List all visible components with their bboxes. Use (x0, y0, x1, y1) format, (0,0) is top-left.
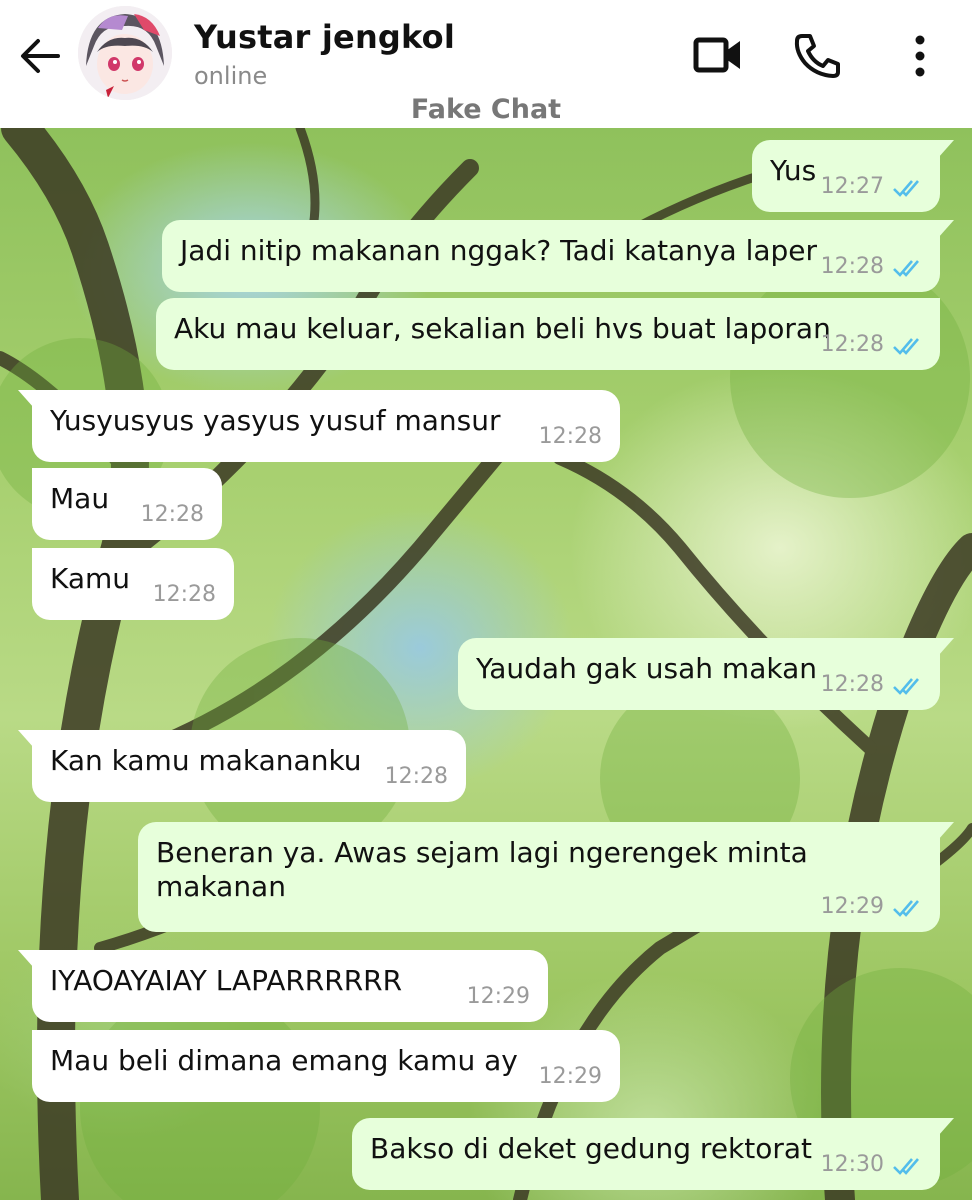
message-text: Mau (50, 482, 110, 515)
double-check-icon (893, 338, 919, 355)
message-text: Kamu (50, 562, 131, 595)
message-text: Bakso di deket gedung rektorat (370, 1132, 813, 1165)
double-check-icon (893, 900, 919, 917)
message-time: 12:28 (820, 671, 884, 697)
message-time: 12:28 (384, 763, 448, 789)
incoming-message[interactable]: Kamu 12:28 (32, 548, 234, 620)
video-camera-icon[interactable] (692, 32, 744, 80)
message-time: 12:28 (820, 331, 884, 357)
bubble-tail (18, 390, 34, 408)
incoming-message[interactable]: Mau beli dimana emang kamu ay 12:29 (32, 1030, 620, 1102)
bubble-tail (938, 638, 954, 656)
double-check-icon (893, 1158, 919, 1175)
bubble-tail (18, 730, 34, 748)
chat-area[interactable]: Yus 12:27 Jadi nitip makanan nggak? Tadi… (0, 128, 972, 1200)
double-check-icon (893, 260, 919, 277)
incoming-message[interactable]: Kan kamu makananku 12:28 (18, 730, 466, 802)
bubble-tail (938, 1118, 954, 1136)
message-time: 12:29 (538, 1063, 602, 1089)
message-time: 12:28 (820, 253, 884, 279)
message-time: 12:30 (820, 1151, 884, 1177)
outgoing-message[interactable]: Bakso di deket gedung rektorat 12:30 (352, 1118, 954, 1190)
message-text: Beneran ya. Awas sejam lagi ngerengek mi… (156, 836, 808, 903)
outgoing-message[interactable]: Beneran ya. Awas sejam lagi ngerengek mi… (138, 822, 954, 932)
contact-status: online (194, 62, 268, 90)
message-text: IYAOAYAIAY LAPARRRRRR (50, 964, 403, 997)
message-text: Yus (770, 154, 817, 187)
chat-header: Yustar jengkol online Fake Chat (0, 0, 972, 128)
phone-icon[interactable] (792, 32, 844, 80)
message-text: Kan kamu makananku (50, 744, 362, 777)
arrow-left-icon[interactable] (18, 36, 62, 76)
contact-name[interactable]: Yustar jengkol (194, 18, 455, 56)
double-check-icon (893, 678, 919, 695)
outgoing-message[interactable]: Yaudah gak usah makan 12:28 (458, 638, 954, 710)
avatar[interactable] (78, 6, 172, 100)
incoming-message[interactable]: Yusyusyus yasyus yusuf mansur 12:28 (18, 390, 620, 462)
message-text: Yusyusyus yasyus yusuf mansur (50, 404, 501, 437)
message-time: 12:28 (538, 423, 602, 449)
message-time: 12:27 (820, 173, 884, 199)
bubble-tail (938, 140, 954, 158)
message-time: 12:29 (820, 893, 884, 919)
bubble-tail (18, 950, 34, 968)
watermark: Fake Chat (410, 94, 562, 125)
incoming-message[interactable]: IYAOAYAIAY LAPARRRRRR 12:29 (18, 950, 548, 1022)
outgoing-message[interactable]: Aku mau keluar, sekalian beli hvs buat l… (156, 298, 940, 370)
message-time: 12:29 (466, 983, 530, 1009)
bubble-tail (938, 822, 954, 840)
message-text: Jadi nitip makanan nggak? Tadi katanya l… (180, 234, 818, 267)
more-vertical-icon[interactable] (900, 32, 940, 80)
message-time: 12:28 (152, 581, 216, 607)
double-check-icon (893, 180, 919, 197)
bubble-tail (938, 220, 954, 238)
outgoing-message[interactable]: Jadi nitip makanan nggak? Tadi katanya l… (162, 220, 954, 292)
avatar-image (78, 6, 172, 100)
message-text: Aku mau keluar, sekalian beli hvs buat l… (174, 312, 831, 345)
message-time: 12:28 (140, 501, 204, 527)
outgoing-message[interactable]: Yus 12:27 (752, 140, 954, 212)
message-text: Mau beli dimana emang kamu ay (50, 1044, 518, 1077)
incoming-message[interactable]: Mau 12:28 (32, 468, 222, 540)
message-text: Yaudah gak usah makan (476, 652, 817, 685)
